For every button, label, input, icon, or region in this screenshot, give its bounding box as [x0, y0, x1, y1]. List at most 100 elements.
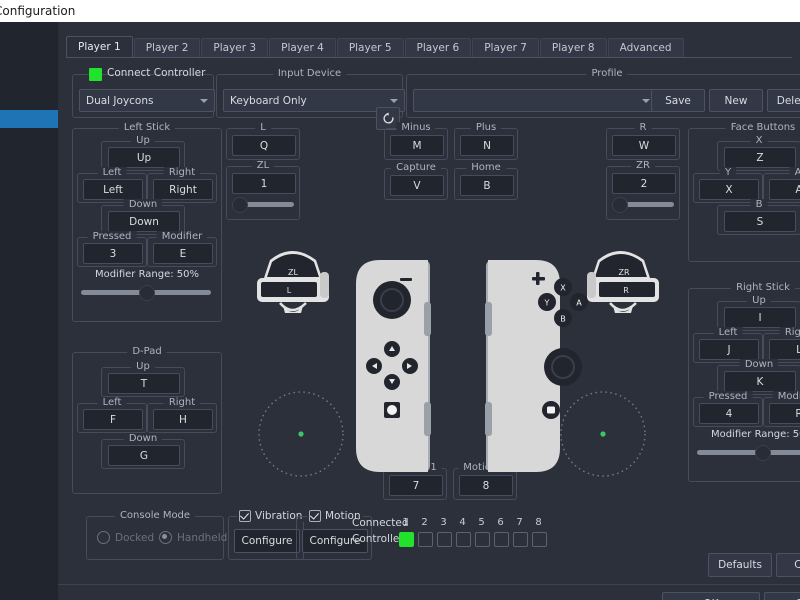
left-stick-pressed-label: Pressed — [87, 231, 137, 242]
zl-range-slider[interactable] — [232, 197, 294, 213]
l-button-key[interactable]: Q — [232, 135, 296, 156]
tab-player-8[interactable]: Player 8 — [539, 38, 607, 58]
right-stick-up-key[interactable]: I — [724, 307, 796, 328]
right-trigger-graphic: ZR R — [587, 251, 659, 313]
left-stick-right-label: Right — [163, 167, 201, 178]
tab-advanced[interactable]: Advanced — [607, 38, 684, 58]
profile-delete-button[interactable]: Delete — [767, 89, 800, 112]
tab-player-1[interactable]: Player 1 — [66, 36, 133, 58]
left-stick-down-key[interactable]: Down — [108, 211, 180, 232]
dpad-right-key[interactable]: H — [153, 409, 213, 430]
face-b-group: B S — [717, 199, 800, 235]
checkbox-icon — [239, 510, 251, 522]
dpad-up-key[interactable]: T — [108, 373, 180, 394]
sidebar[interactable] — [0, 22, 59, 600]
slider-knob[interactable] — [232, 197, 248, 213]
profile-save-button[interactable]: Save — [651, 89, 705, 112]
right-stick-left-key[interactable]: J — [699, 339, 759, 360]
zr-button-label: ZR — [631, 160, 655, 171]
tab-player-5[interactable]: Player 5 — [336, 38, 404, 58]
zl-button-key[interactable]: 1 — [232, 173, 296, 194]
profile-new-button[interactable]: New — [709, 89, 763, 112]
right-stick-label: Right Stick — [731, 282, 795, 293]
r-button-key[interactable]: W — [612, 135, 676, 156]
zr-range-slider[interactable] — [612, 197, 674, 213]
face-b-key[interactable]: S — [724, 211, 796, 232]
tab-player-2[interactable]: Player 2 — [133, 38, 201, 58]
vibration-checkbox[interactable]: Vibration — [237, 510, 305, 522]
tab-player-3[interactable]: Player 3 — [201, 38, 269, 58]
dpad-left-key[interactable]: F — [83, 409, 143, 430]
controller-indicator-5 — [475, 532, 490, 547]
right-stick-down-key[interactable]: K — [724, 371, 796, 392]
home-button-key[interactable]: B — [460, 175, 514, 196]
slider-track — [697, 450, 800, 455]
ok-button[interactable]: OK — [662, 592, 760, 600]
console-mode-group: Console Mode Docked Handheld — [86, 510, 227, 560]
dpad-right-label: Right — [163, 397, 201, 408]
face-a-label: A — [789, 167, 800, 178]
left-stick-left-key[interactable]: Left — [83, 179, 143, 200]
dpad-down-key[interactable]: G — [108, 445, 180, 466]
right-stick-pressed-group: Pressed 4 — [693, 391, 763, 427]
slider-knob[interactable] — [755, 445, 771, 461]
console-mode-handheld-radio[interactable]: Handheld — [159, 531, 227, 544]
right-stick-modifier-range-slider[interactable] — [697, 445, 800, 461]
controller-number: 3 — [440, 517, 447, 528]
refresh-icon — [382, 112, 393, 124]
cancel-button[interactable]: Cancel — [764, 592, 800, 600]
slider-knob[interactable] — [139, 285, 155, 301]
zr-button-key[interactable]: 2 — [612, 173, 676, 194]
chevron-down-icon — [200, 98, 208, 103]
clear-button[interactable]: Clear — [776, 553, 800, 577]
face-a-key[interactable]: A — [769, 179, 800, 200]
tab-player-7[interactable]: Player 7 — [472, 38, 539, 58]
chevron-down-icon — [642, 98, 650, 103]
left-stick-range-preview — [258, 391, 344, 477]
l-button-label: L — [255, 122, 271, 133]
svg-text:X: X — [560, 284, 566, 293]
minus-button-key[interactable]: M — [390, 135, 444, 156]
plus-button-key[interactable]: N — [460, 135, 514, 156]
svg-text:ZL: ZL — [288, 268, 298, 277]
controller-indicator-1 — [399, 532, 414, 547]
vibration-configure-button[interactable]: Configure — [234, 529, 300, 553]
right-stick-right-label: Right — [779, 327, 800, 338]
tab-bar[interactable]: Player 1 Player 2 Player 3 Player 4 Play… — [66, 36, 685, 58]
motion1-key[interactable]: 7 — [389, 475, 443, 496]
left-stick-right-key[interactable]: Right — [153, 179, 213, 200]
controller-indicator-7 — [513, 532, 528, 547]
left-stick-modifier-key[interactable]: E — [153, 243, 213, 264]
left-stick-up-key[interactable]: Up — [108, 147, 180, 168]
left-stick-modifier-range-slider[interactable] — [81, 285, 211, 301]
right-stick-modifier-label: Modifier — [772, 391, 800, 402]
controller-type-combo[interactable]: Dual Joycons — [79, 89, 215, 112]
minus-button-label: Minus — [396, 122, 436, 133]
dpad-down-label: Down — [123, 433, 163, 444]
right-stick-modifier-key[interactable]: R — [769, 403, 800, 424]
motion2-key[interactable]: 8 — [459, 475, 513, 496]
connect-controller-group: Connect Controller Dual Joycons — [72, 67, 215, 118]
svg-text:L: L — [287, 286, 292, 295]
console-mode-docked-radio[interactable]: Docked — [97, 531, 154, 544]
radio-dot-icon — [159, 531, 172, 544]
tab-player-6[interactable]: Player 6 — [404, 38, 472, 58]
connect-controller-label: Connect Controller — [107, 67, 206, 79]
left-stick-pressed-key[interactable]: 3 — [83, 243, 143, 264]
controller-number: 4 — [459, 517, 466, 528]
svg-text:B: B — [560, 315, 566, 324]
profile-combo[interactable] — [413, 89, 657, 112]
dpad-left-group: Left F — [77, 397, 147, 433]
tab-underline — [66, 57, 792, 58]
face-y-key[interactable]: X — [699, 179, 759, 200]
right-stick-right-key[interactable]: L — [769, 339, 800, 360]
slider-knob[interactable] — [612, 197, 628, 213]
capture-button-key[interactable]: V — [390, 175, 444, 196]
right-stick-pressed-key[interactable]: 4 — [699, 403, 759, 424]
sidebar-item-selected[interactable] — [0, 110, 58, 128]
controller-number: 5 — [478, 517, 485, 528]
tab-player-4[interactable]: Player 4 — [269, 38, 336, 58]
face-x-key[interactable]: Z — [724, 147, 796, 168]
defaults-button[interactable]: Defaults — [708, 553, 772, 577]
dpad-down-group: Down G — [101, 433, 185, 469]
